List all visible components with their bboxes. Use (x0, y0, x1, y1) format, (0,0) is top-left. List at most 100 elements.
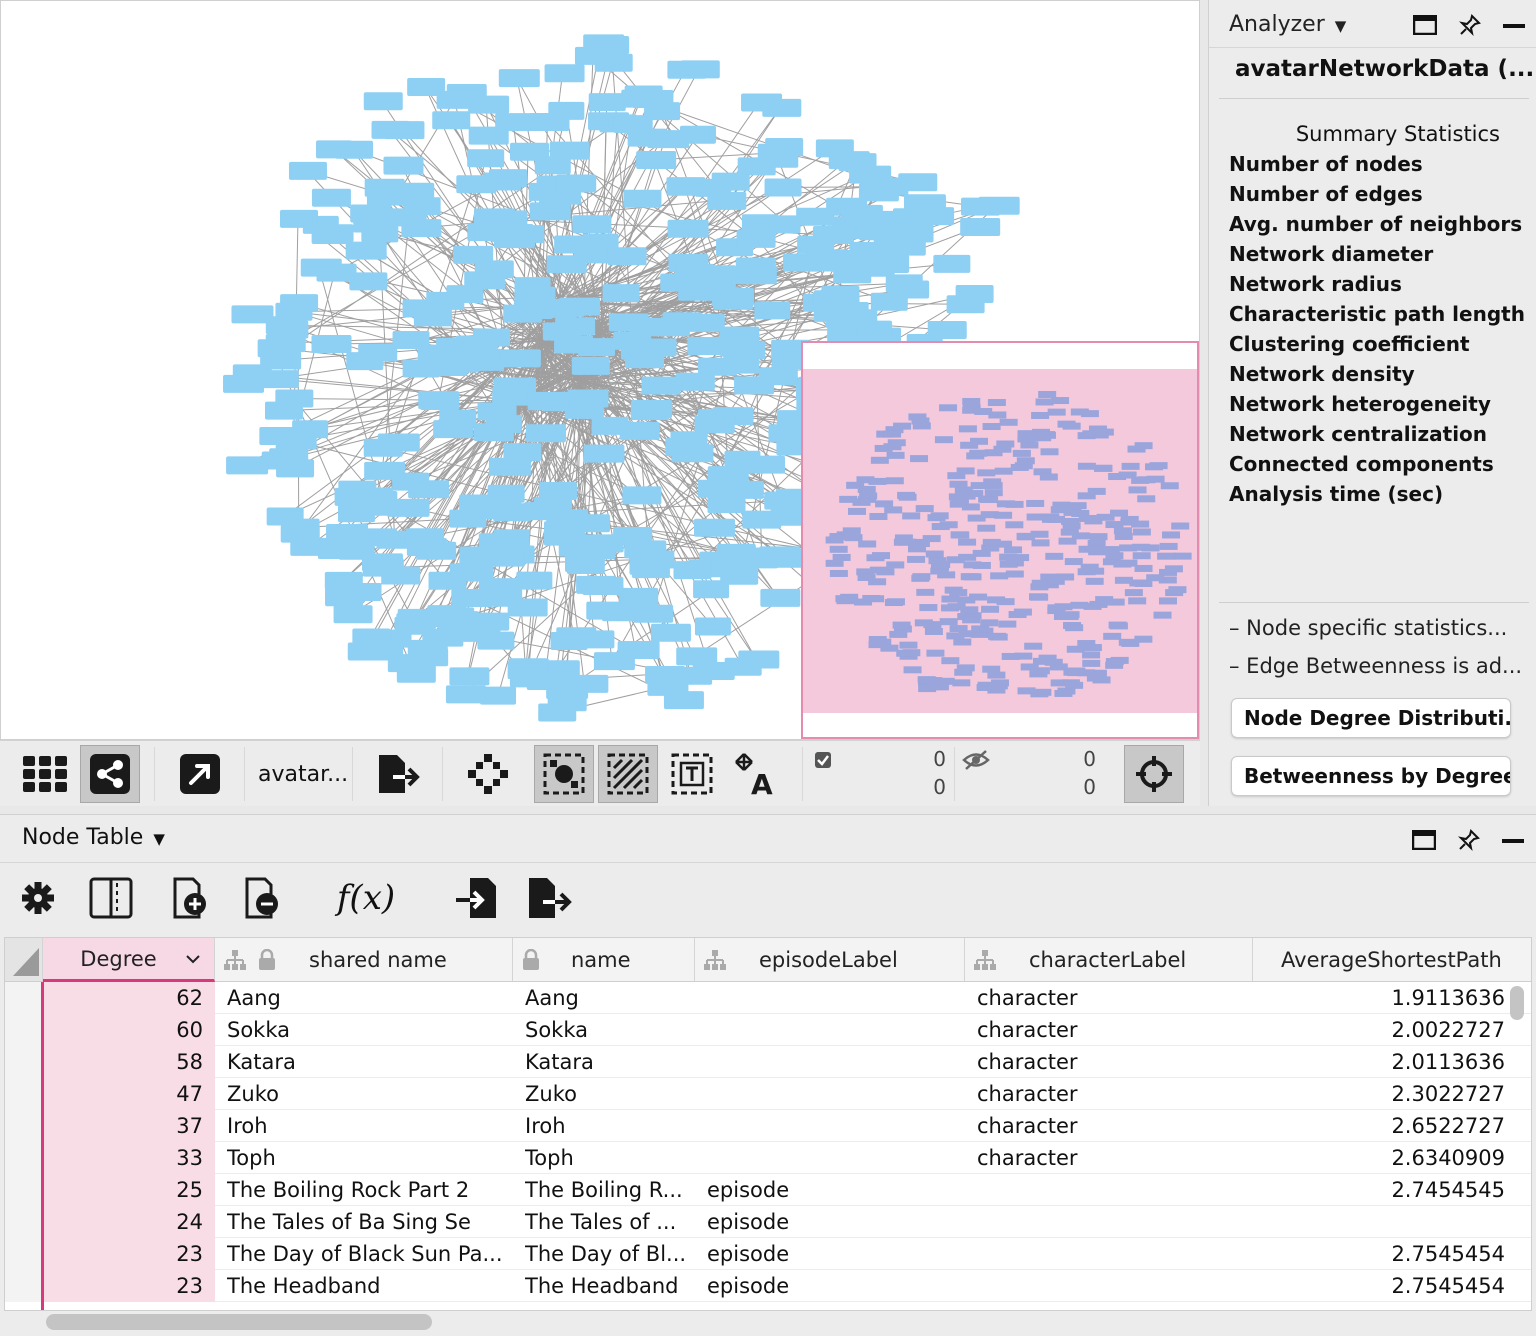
network-node[interactable] (337, 504, 375, 523)
network-node[interactable] (588, 93, 626, 112)
network-node[interactable] (529, 202, 571, 221)
network-view-button[interactable] (80, 745, 140, 803)
network-node[interactable] (608, 313, 649, 332)
network-node[interactable] (346, 352, 384, 371)
network-node[interactable] (602, 284, 640, 303)
network-node[interactable] (710, 471, 748, 490)
network-node[interactable] (317, 540, 355, 559)
row-header[interactable] (5, 1270, 43, 1302)
cell-episode-label[interactable] (707, 1110, 957, 1142)
cell-degree[interactable]: 23 (43, 1270, 215, 1302)
cell-degree[interactable]: 47 (43, 1078, 215, 1110)
network-node[interactable] (630, 402, 669, 421)
network-node[interactable] (350, 204, 392, 223)
cell-average-shortest-path[interactable]: 2.7454545 (1255, 1174, 1505, 1206)
node-table-title[interactable]: Node Table ▼ (22, 825, 165, 850)
cell-episode-label[interactable]: episode (707, 1206, 957, 1238)
vertical-scrollbar[interactable] (1510, 986, 1524, 1020)
network-node[interactable] (381, 566, 421, 585)
cell-episode-label[interactable] (707, 1078, 957, 1110)
cell-average-shortest-path[interactable]: 2.6522727 (1255, 1110, 1505, 1142)
network-node[interactable] (449, 667, 490, 686)
network-node[interactable] (647, 677, 689, 696)
network-node[interactable] (694, 518, 736, 537)
network-node[interactable] (430, 358, 468, 377)
network-node[interactable] (693, 580, 730, 599)
dropdown-caret-icon[interactable]: ▼ (1335, 17, 1347, 35)
pin-icon[interactable] (1459, 14, 1481, 36)
cell-name[interactable]: The Tales of ... (525, 1206, 693, 1238)
cell-average-shortest-path[interactable]: 2.6340909 (1255, 1142, 1505, 1174)
table-corner[interactable] (5, 938, 43, 982)
network-node[interactable] (742, 550, 779, 569)
select-edges-button[interactable] (598, 745, 658, 803)
network-node[interactable] (317, 224, 354, 243)
network-node[interactable] (418, 391, 460, 410)
cell-degree[interactable]: 37 (43, 1110, 215, 1142)
cell-character-label[interactable] (977, 1270, 1247, 1302)
network-node[interactable] (408, 648, 449, 667)
add-column-button[interactable] (164, 873, 214, 923)
table-row[interactable]: 23 The Headband The Headband episode 2.75454… (5, 1270, 1531, 1302)
table-settings-button[interactable] (18, 873, 58, 923)
cell-shared-name[interactable]: Iroh (227, 1110, 509, 1142)
cell-degree[interactable]: 24 (43, 1206, 215, 1238)
network-node[interactable] (650, 623, 691, 642)
network-node[interactable] (558, 538, 595, 557)
network-node[interactable] (257, 339, 294, 358)
network-node[interactable] (392, 330, 430, 349)
network-node[interactable] (566, 556, 605, 575)
network-node[interactable] (546, 255, 587, 274)
cell-shared-name[interactable]: The Boiling Rock Part 2 (227, 1174, 509, 1206)
network-node[interactable] (426, 291, 465, 310)
network-node[interactable] (675, 372, 715, 391)
network-canvas[interactable] (0, 0, 1200, 740)
network-node[interactable] (275, 389, 314, 408)
network-node[interactable] (735, 257, 776, 276)
network-node[interactable] (477, 631, 515, 650)
network-node[interactable] (311, 335, 352, 354)
network-node[interactable] (232, 364, 272, 383)
network-node[interactable] (482, 588, 523, 607)
network-node[interactable] (760, 588, 801, 607)
network-node[interactable] (282, 518, 320, 537)
cell-character-label[interactable]: character (977, 1014, 1247, 1046)
network-node[interactable] (446, 84, 487, 103)
network-node[interactable] (576, 575, 617, 594)
table-row[interactable]: 60 Sokka Sokka character 2.0022727 (5, 1014, 1531, 1046)
cell-average-shortest-path[interactable]: 2.3022727 (1255, 1078, 1505, 1110)
horizontal-scrollbar[interactable] (46, 1314, 432, 1330)
cell-character-label[interactable]: character (977, 1110, 1247, 1142)
network-node[interactable] (738, 650, 780, 669)
network-node[interactable] (384, 121, 425, 140)
network-node[interactable] (667, 177, 705, 196)
detach-view-button[interactable] (170, 745, 230, 803)
network-node[interactable] (572, 215, 612, 234)
cell-shared-name[interactable]: Sokka (227, 1014, 509, 1046)
network-node[interactable] (456, 562, 494, 581)
network-node[interactable] (624, 540, 667, 559)
maximize-icon[interactable] (1413, 15, 1437, 35)
network-node[interactable] (623, 189, 662, 208)
network-node[interactable] (821, 285, 860, 304)
analyzer-title[interactable]: Analyzer ▼ (1229, 12, 1346, 37)
network-node[interactable] (694, 617, 731, 636)
row-header[interactable] (5, 1174, 43, 1206)
cell-character-label[interactable]: character (977, 1142, 1247, 1174)
network-node[interactable] (316, 263, 357, 282)
network-node[interactable] (493, 503, 532, 522)
cell-shared-name[interactable]: The Headband (227, 1270, 509, 1302)
network-node[interactable] (619, 421, 660, 440)
network-node[interactable] (927, 321, 967, 340)
network-node[interactable] (513, 300, 553, 319)
cell-degree[interactable]: 58 (43, 1046, 215, 1078)
cell-character-label[interactable] (977, 1174, 1247, 1206)
cell-average-shortest-path[interactable]: 2.0113636 (1255, 1046, 1505, 1078)
network-node[interactable] (764, 491, 804, 510)
network-node[interactable] (527, 392, 570, 411)
cell-shared-name[interactable]: Aang (227, 982, 509, 1014)
network-node[interactable] (477, 402, 517, 421)
network-node[interactable] (840, 204, 883, 223)
function-builder-button[interactable]: f(x) (326, 873, 406, 923)
row-header[interactable] (5, 1078, 43, 1110)
